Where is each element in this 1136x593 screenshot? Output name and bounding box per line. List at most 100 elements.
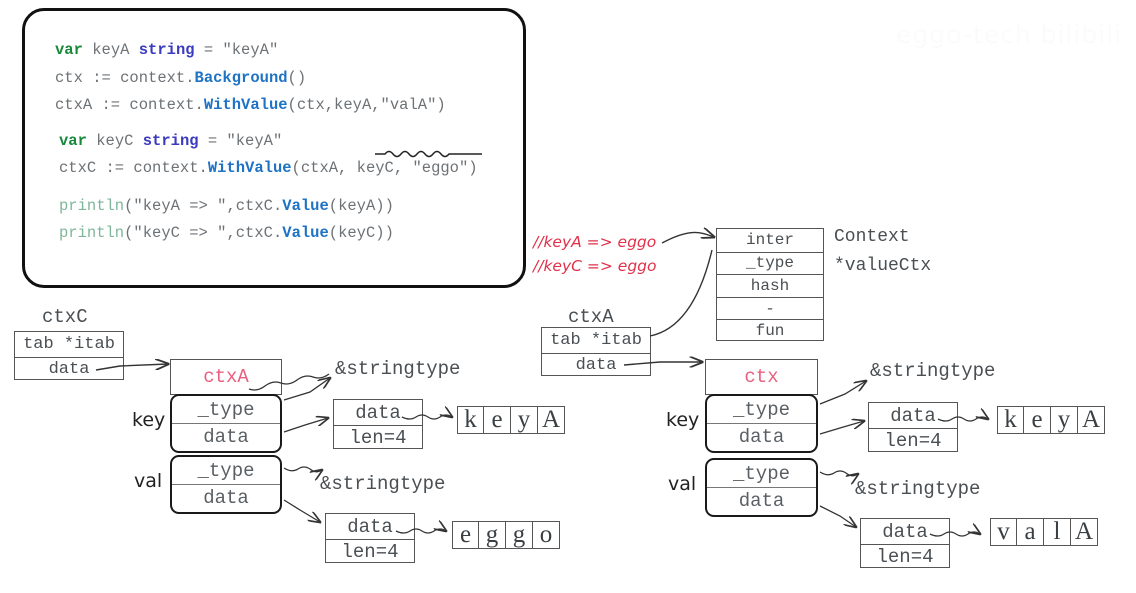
code-token: Value bbox=[282, 196, 329, 215]
struct-field: data bbox=[172, 484, 280, 511]
code-token: WithValue bbox=[207, 159, 292, 177]
char-cell: A bbox=[538, 406, 565, 434]
char-cell: g bbox=[479, 521, 506, 549]
right-key-chars: keyA bbox=[997, 406, 1105, 434]
string-row: data bbox=[890, 404, 936, 427]
comment-keyc: //keyC => eggo bbox=[533, 257, 657, 275]
right-iface-label: ctxA bbox=[568, 306, 614, 328]
code-token: WithValue bbox=[203, 96, 288, 114]
code-line: var keyC string = "keyA" bbox=[55, 128, 517, 156]
struct-field: data bbox=[172, 423, 280, 450]
char-cell: A bbox=[1078, 406, 1105, 434]
code-token: ("keyA => ",ctxC. bbox=[124, 196, 283, 215]
code-token: () bbox=[287, 68, 307, 87]
code-token: println bbox=[59, 196, 125, 215]
right-key-label: key bbox=[666, 409, 700, 431]
right-val-string-box: data len=4 bbox=[860, 518, 950, 568]
left-val-group: _type data bbox=[170, 455, 282, 514]
code-token: (keyC)) bbox=[328, 224, 394, 242]
code-panel: var keyA string = "keyA" ctx := context.B… bbox=[22, 8, 526, 288]
char-cell: a bbox=[1017, 518, 1044, 546]
code-token: (keyA)) bbox=[328, 196, 394, 215]
struct-field: _type bbox=[732, 462, 790, 485]
watermark: eggo-tech bilibili bbox=[896, 20, 1123, 49]
left-val-label: val bbox=[134, 470, 163, 492]
char-cell: k bbox=[457, 406, 484, 434]
comment-keya: //keyA => eggo bbox=[533, 233, 657, 251]
left-struct-header: ctxA bbox=[203, 366, 249, 388]
char-cell: e bbox=[484, 406, 511, 434]
arrow-left-key-type bbox=[283, 378, 330, 401]
arrow-right-key-data bbox=[819, 421, 864, 435]
code-token: ctxC := context. bbox=[59, 159, 208, 177]
right-val-type-ptr: &stringtype bbox=[855, 478, 981, 500]
struct-field: _type bbox=[732, 398, 790, 421]
itab-row: hash bbox=[717, 274, 823, 297]
arrow-ctxa-itab bbox=[649, 249, 713, 337]
string-row: len=4 bbox=[861, 544, 949, 569]
string-row: len=4 bbox=[334, 425, 422, 450]
code-token: ctxA := context. bbox=[55, 96, 204, 114]
char-cell: e bbox=[1024, 406, 1051, 434]
char-cell: y bbox=[1051, 406, 1078, 434]
arrow-right-val-data bbox=[819, 505, 856, 527]
interface-row: tab *itab bbox=[23, 334, 115, 354]
code-token: Value bbox=[282, 224, 329, 242]
right-val-chars: valA bbox=[990, 518, 1098, 546]
char-cell: l bbox=[1044, 518, 1071, 546]
itab-concrete-label: *valueCtx bbox=[834, 256, 932, 276]
code-token: var bbox=[55, 41, 93, 59]
struct-field: _type bbox=[197, 398, 255, 421]
code-token: keyC bbox=[96, 131, 143, 150]
char-cell: g bbox=[506, 521, 533, 549]
arrow-right-key-type bbox=[819, 381, 866, 405]
right-val-label: val bbox=[668, 473, 697, 495]
arrow-right-val-type bbox=[819, 470, 858, 476]
right-interface-box: tab *itab data bbox=[541, 327, 651, 376]
char-cell: A bbox=[1071, 518, 1098, 546]
code-token: = "keyA" bbox=[194, 41, 279, 59]
code-listing: var keyA string = "keyA" ctx := context.B… bbox=[55, 37, 517, 248]
left-interface-box: tab *itab data bbox=[14, 331, 124, 380]
code-token: string bbox=[138, 41, 195, 59]
code-token: keyA bbox=[92, 41, 139, 59]
char-cell: o bbox=[533, 521, 560, 549]
left-val-type-ptr: &stringtype bbox=[320, 473, 446, 495]
char-cell: k bbox=[997, 406, 1024, 434]
string-row: len=4 bbox=[326, 539, 414, 564]
itab-table: inter _type hash - fun bbox=[716, 228, 824, 341]
arrow-left-key-data bbox=[283, 418, 328, 433]
code-line: println("keyC => ",ctxC.Value(keyC)) bbox=[55, 220, 517, 248]
code-line: ctxA := context.WithValue(ctx,keyA,"valA… bbox=[55, 92, 517, 120]
string-row: data bbox=[355, 401, 401, 424]
char-cell: e bbox=[452, 521, 479, 549]
right-val-group: _type data bbox=[705, 458, 818, 517]
code-token: ctx := context. bbox=[55, 68, 195, 87]
left-key-string-box: data len=4 bbox=[333, 399, 423, 449]
code-token: string bbox=[142, 131, 199, 150]
itab-row: - bbox=[717, 296, 823, 320]
arrow-left-val-type bbox=[283, 466, 322, 472]
left-key-group: _type data bbox=[170, 394, 282, 453]
left-val-string-box: data len=4 bbox=[325, 513, 415, 563]
left-val-chars: eggo bbox=[452, 521, 560, 549]
struct-field: _type bbox=[197, 459, 255, 482]
itab-interface-label: Context bbox=[834, 227, 910, 247]
left-iface-label: ctxC bbox=[42, 306, 88, 328]
string-row: data bbox=[882, 520, 928, 543]
code-token: (ctx,keyA,"valA") bbox=[287, 96, 446, 114]
right-key-type-ptr: &stringtype bbox=[870, 360, 996, 382]
interface-row: tab *itab bbox=[550, 330, 642, 350]
code-token: (ctxA, keyC, "eggo") bbox=[291, 159, 478, 177]
diagram-canvas: eggo-tech bilibili var keyA string = "ke… bbox=[0, 0, 1136, 593]
struct-field: data bbox=[707, 487, 816, 514]
code-token: var bbox=[59, 131, 97, 150]
code-token: ("keyC => ",ctxC. bbox=[124, 224, 283, 242]
char-cell: v bbox=[990, 518, 1017, 546]
left-struct-outer: ctxA bbox=[170, 359, 282, 395]
itab-row: inter bbox=[745, 231, 794, 250]
char-cell: y bbox=[511, 406, 538, 434]
struct-field: data bbox=[707, 423, 816, 450]
code-line: ctx := context.Background() bbox=[55, 65, 517, 93]
code-token: Background bbox=[194, 68, 288, 87]
